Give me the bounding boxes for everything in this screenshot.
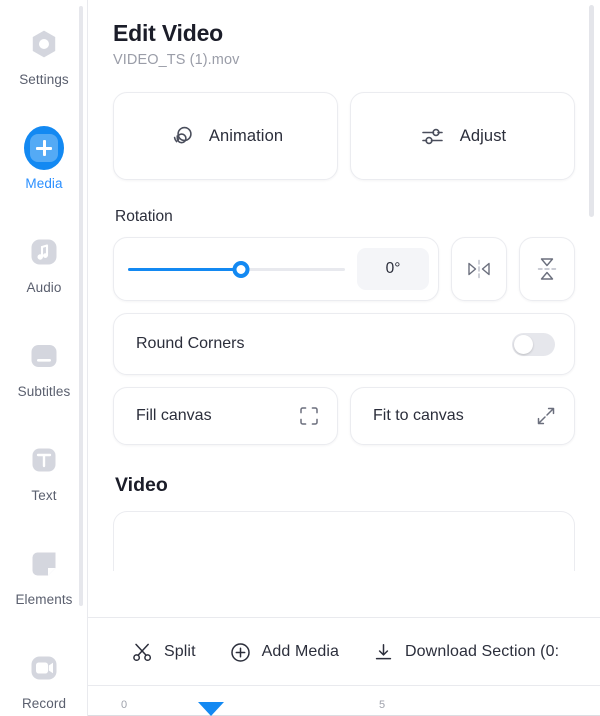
round-corners-row[interactable]: Round Corners	[113, 313, 575, 375]
sidebar-item-audio[interactable]: Audio	[0, 222, 87, 326]
music-note-icon	[24, 232, 64, 272]
sidebar-item-elements[interactable]: Elements	[0, 534, 87, 638]
sidebar-label-media: Media	[25, 176, 63, 191]
split-button[interactable]: Split	[132, 642, 196, 663]
timeline-tools: Split Add Media Download Section (0:	[88, 618, 600, 686]
fill-canvas-button[interactable]: Fill canvas	[113, 387, 338, 445]
ruler-tick-5: 5	[379, 699, 386, 711]
sidebar-label-subtitles: Subtitles	[17, 384, 71, 399]
video-editor-window: Settings Media Audio Subtitles Text Elem…	[0, 0, 600, 716]
sidebar-label-record: Record	[21, 696, 67, 711]
timeline-toolbar: Split Add Media Download Section (0: 0 5	[88, 617, 600, 716]
quick-actions-row: Animation Adjust	[113, 92, 575, 180]
sidebar-label-settings: Settings	[19, 72, 69, 87]
animation-button[interactable]: Animation	[113, 92, 338, 180]
round-corners-toggle[interactable]	[512, 332, 555, 356]
sidebar-item-settings[interactable]: Settings	[0, 14, 87, 118]
edit-panel-scroll-area: Edit Video VIDEO_TS (1).mov Animation Ad…	[88, 0, 600, 618]
download-section-button[interactable]: Download Section (0:	[373, 642, 559, 663]
left-sidebar: Settings Media Audio Subtitles Text Elem…	[0, 0, 88, 716]
fit-to-canvas-icon	[536, 406, 556, 426]
timeline-ruler[interactable]: 0 5	[88, 685, 600, 716]
sidebar-label-elements: Elements	[15, 592, 73, 607]
rotation-section-title: Rotation	[115, 208, 173, 225]
flip-horizontal-button[interactable]	[451, 237, 507, 301]
canvas-fit-row: Fill canvas Fit to canvas	[113, 387, 575, 445]
flip-vertical-icon	[535, 255, 559, 283]
ruler-tick-0: 0	[121, 699, 128, 711]
fit-to-canvas-label: Fit to canvas	[373, 407, 464, 424]
sidebar-item-media[interactable]: Media	[0, 118, 87, 222]
animation-icon	[168, 123, 195, 150]
sidebar-label-audio: Audio	[26, 280, 62, 295]
fill-canvas-icon	[299, 406, 319, 426]
add-media-icon	[24, 126, 64, 170]
video-section-title: Video	[115, 474, 168, 496]
sidebar-scrollbar[interactable]	[79, 6, 83, 606]
video-camera-icon	[24, 648, 64, 688]
sidebar-item-text[interactable]: Text	[0, 430, 87, 534]
fit-to-canvas-button[interactable]: Fit to canvas	[350, 387, 575, 445]
add-media-button[interactable]: Add Media	[230, 642, 339, 663]
rotation-slider-handle[interactable]	[232, 260, 250, 278]
gear-icon	[24, 24, 64, 64]
sidebar-item-subtitles[interactable]: Subtitles	[0, 326, 87, 430]
flip-horizontal-icon	[465, 257, 493, 281]
adjust-sliders-icon	[419, 123, 446, 150]
sidebar-label-text: Text	[31, 488, 57, 503]
file-name: VIDEO_TS (1).mov	[113, 52, 240, 68]
rotation-slider[interactable]	[128, 260, 345, 278]
video-card-partial[interactable]	[113, 511, 575, 571]
rotation-slider-card: 0°	[113, 237, 439, 301]
rotation-slider-fill	[128, 267, 241, 271]
animation-label: Animation	[208, 126, 284, 145]
page-title: Edit Video	[113, 20, 224, 46]
adjust-label: Adjust	[459, 126, 507, 145]
rotation-controls-row: 0°	[113, 237, 575, 301]
text-t-icon	[24, 440, 64, 480]
edit-panel: Edit Video VIDEO_TS (1).mov Animation Ad…	[88, 0, 600, 716]
playhead-marker[interactable]	[198, 702, 224, 716]
plus-circle-icon	[230, 642, 251, 663]
elements-shape-icon	[24, 544, 64, 584]
round-corners-label: Round Corners	[136, 335, 245, 352]
download-section-label: Download Section (0:	[405, 643, 560, 660]
flip-vertical-button[interactable]	[519, 237, 575, 301]
split-label: Split	[164, 643, 196, 660]
scissors-icon	[132, 642, 153, 663]
sidebar-item-record[interactable]: Record	[0, 638, 87, 716]
add-media-label: Add Media	[261, 643, 340, 660]
adjust-button[interactable]: Adjust	[350, 92, 575, 180]
toggle-knob	[514, 334, 533, 354]
subtitles-icon	[24, 336, 64, 376]
download-icon	[373, 642, 394, 663]
edit-panel-scrollbar[interactable]	[589, 5, 594, 217]
fill-canvas-label: Fill canvas	[136, 407, 212, 424]
rotation-value[interactable]: 0°	[357, 248, 429, 290]
